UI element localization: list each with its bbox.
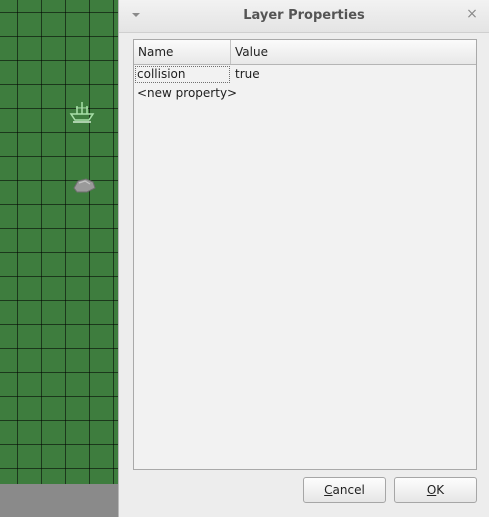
column-header-name[interactable]: Name bbox=[134, 40, 231, 64]
property-value-cell[interactable]: true bbox=[231, 65, 476, 84]
cancel-mnemonic: C bbox=[324, 483, 333, 497]
ok-button[interactable]: OK bbox=[394, 477, 477, 503]
ok-label-rest: K bbox=[436, 483, 445, 497]
rock-icon bbox=[73, 178, 96, 193]
property-table[interactable]: Name Value collision true <new property> bbox=[133, 39, 477, 470]
map-empty-area bbox=[0, 484, 120, 517]
ok-mnemonic: O bbox=[426, 483, 437, 497]
tile-map-canvas[interactable] bbox=[0, 0, 120, 484]
table-row[interactable]: collision true bbox=[134, 65, 476, 84]
table-header: Name Value bbox=[134, 40, 476, 65]
column-header-value[interactable]: Value bbox=[231, 40, 476, 64]
layer-properties-dialog: Layer Properties × Name Value collision … bbox=[118, 0, 489, 517]
property-name-cell[interactable]: collision bbox=[134, 65, 231, 84]
dialog-title: Layer Properties bbox=[243, 8, 365, 23]
close-icon[interactable]: × bbox=[465, 7, 479, 21]
new-property-row[interactable]: <new property> bbox=[134, 84, 476, 103]
title-bar[interactable]: Layer Properties × bbox=[119, 0, 489, 33]
new-property-cell[interactable]: <new property> bbox=[134, 84, 237, 103]
cancel-button[interactable]: Cancel bbox=[303, 477, 386, 503]
boat-icon bbox=[69, 102, 95, 123]
cancel-label-rest: ancel bbox=[332, 483, 365, 497]
property-value-cell[interactable] bbox=[231, 84, 476, 103]
